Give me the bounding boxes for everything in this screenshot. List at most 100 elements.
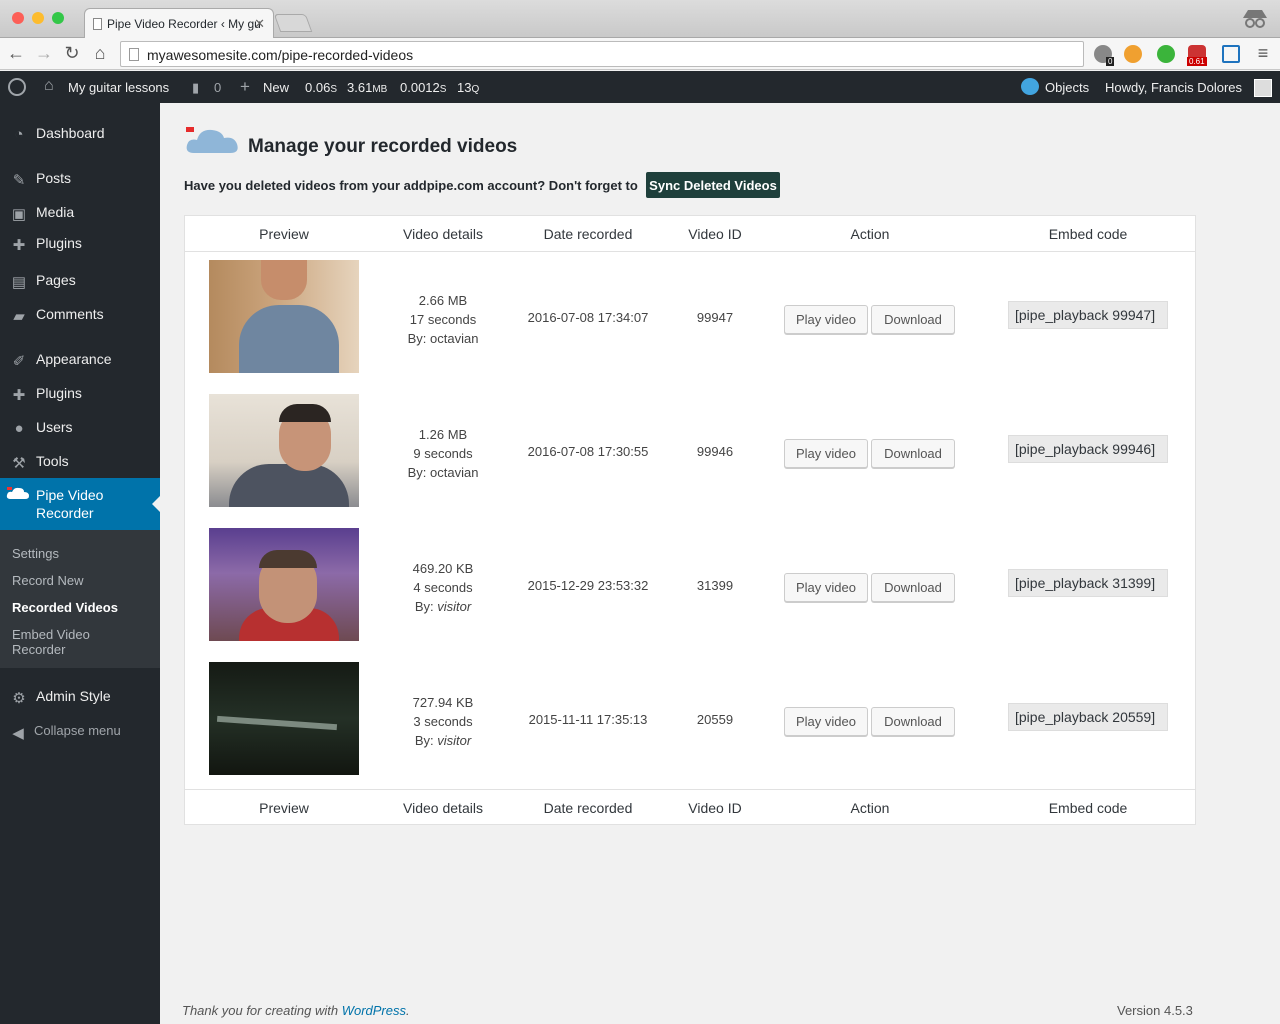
speed-badge: 0.61 (1187, 57, 1207, 66)
submenu-embed-video[interactable]: Embed Video (12, 627, 90, 642)
page-icon (129, 48, 139, 61)
embed-code[interactable]: [pipe_playback 99946] (1008, 435, 1168, 463)
col-preview: Preview (259, 226, 309, 242)
recorded-videos-table: Preview Video details Date recorded Vide… (184, 215, 1196, 825)
menu-label: Pages (36, 272, 76, 288)
avatar[interactable] (1254, 79, 1272, 97)
screen-extension-icon[interactable] (1222, 45, 1240, 63)
video-size: 2.66 MB (418, 293, 468, 308)
submenu-settings[interactable]: Settings (12, 546, 59, 561)
stat-memory[interactable]: 3.61MB (347, 80, 387, 95)
author-name: octavian (430, 331, 479, 346)
embed-code[interactable]: [pipe_playback 31399] (1008, 569, 1168, 597)
author-name: visitor (437, 599, 472, 614)
page-icon: ▤ (11, 274, 27, 291)
tab-active[interactable]: Pipe Video Recorder ‹ My gu ✕ (84, 8, 274, 38)
new-content-link[interactable]: New (263, 80, 289, 95)
tab-title: Pipe Video Recorder ‹ My gu (107, 17, 261, 31)
col-video-id: Video ID (688, 226, 742, 242)
by-label: By: (407, 465, 427, 480)
sync-deleted-videos-button[interactable]: Sync Deleted Videos (646, 172, 780, 198)
pipe-submenu: Settings Record New Recorded Videos Embe… (0, 530, 160, 668)
stat-qtime: 0.0012 (400, 80, 440, 95)
embed-code[interactable]: [pipe_playback 99947] (1008, 301, 1168, 329)
comment-icon: ▰ (13, 308, 25, 325)
col-action: Action (850, 800, 890, 816)
incognito-icon (1243, 10, 1267, 28)
video-id: 31399 (696, 578, 734, 593)
video-author: By: visitor (415, 731, 471, 750)
minimize-window-button[interactable] (32, 12, 44, 24)
main-content: Manage your recorded videos Have you del… (160, 103, 1280, 1024)
site-name-link[interactable]: My guitar lessons (68, 80, 169, 95)
stat-query-time[interactable]: 0.0012S (400, 80, 446, 95)
reload-icon[interactable]: ↻ (62, 43, 82, 64)
play-video-button[interactable]: Play video (784, 439, 868, 468)
new-tab-button[interactable] (273, 14, 313, 32)
footer-version: Version 4.5.3 (1117, 1003, 1193, 1018)
objects-icon (1021, 78, 1039, 95)
comments-count: 0 (214, 80, 222, 95)
menu-pipe-video-recorder[interactable]: Pipe Video Recorder (0, 478, 160, 530)
zoom-window-button[interactable] (52, 12, 64, 24)
embed-code[interactable]: [pipe_playback 20559] (1008, 703, 1168, 731)
download-button[interactable]: Download (871, 707, 955, 736)
stat-queries[interactable]: 13Q (457, 80, 479, 95)
video-id: 99946 (696, 444, 734, 459)
wordpress-logo-icon[interactable] (8, 78, 26, 96)
menu-label: Plugins (36, 235, 82, 251)
gear-icon: ⚙ (12, 690, 26, 707)
stat-time: 0.06 (305, 80, 331, 95)
forward-icon[interactable]: → (34, 43, 54, 64)
wordpress-link[interactable]: WordPress (342, 1003, 406, 1018)
video-author: By: octavian (408, 463, 479, 482)
pipe-cloud-logo-icon (186, 127, 238, 153)
download-button[interactable]: Download (871, 573, 955, 602)
video-size: 727.94 KB (412, 695, 474, 710)
col-video-details: Video details (403, 800, 483, 816)
lion-extension-icon[interactable] (1124, 45, 1142, 63)
stat-time-unit: S (330, 84, 337, 95)
close-window-button[interactable] (12, 12, 24, 24)
video-author: By: octavian (408, 329, 479, 348)
green-extension-icon[interactable] (1157, 45, 1175, 63)
objects-link[interactable]: Objects (1045, 80, 1089, 95)
submenu-record-new[interactable]: Record New (12, 573, 84, 588)
date-recorded: 2015-12-29 23:53:32 (527, 578, 649, 593)
back-icon[interactable]: ← (6, 43, 26, 64)
video-thumbnail[interactable] (209, 394, 359, 507)
menu-icon[interactable]: ≡ (1253, 43, 1273, 64)
query-stats[interactable]: 0.06S (305, 80, 337, 95)
video-thumbnail[interactable] (209, 662, 359, 775)
video-duration: 4 seconds (413, 580, 473, 595)
play-video-button[interactable]: Play video (784, 573, 868, 602)
video-thumbnail[interactable] (209, 528, 359, 641)
table-row: 469.20 KB 4 seconds By: visitor 2015-12-… (185, 520, 1195, 654)
howdy-user[interactable]: Howdy, Francis Dolores (1105, 80, 1242, 95)
video-thumbnail[interactable] (209, 260, 359, 373)
pin-icon: ✎ (12, 172, 26, 189)
comment-icon[interactable]: ▮ (192, 80, 199, 96)
date-recorded: 2015-11-11 17:35:13 (528, 712, 648, 727)
author-name: octavian (430, 465, 479, 480)
home-icon[interactable]: ⌂ (90, 43, 110, 64)
by-label: By: (414, 733, 434, 748)
col-embed-code: Embed code (1048, 800, 1128, 816)
by-label: By: (407, 331, 427, 346)
dashboard-icon: ◔ (14, 126, 24, 143)
address-bar[interactable]: myawesomesite.com/pipe-recorded-videos (120, 41, 1084, 67)
pipe-label-line2: Recorder (36, 505, 94, 521)
table-footer: Preview Video details Date recorded Vide… (185, 789, 1195, 825)
download-button[interactable]: Download (871, 439, 955, 468)
play-video-button[interactable]: Play video (784, 305, 868, 334)
submenu-embed-recorder[interactable]: Recorder (12, 642, 65, 657)
submenu-recorded-videos[interactable]: Recorded Videos (12, 600, 118, 615)
plugin-icon: ✚ (12, 387, 26, 404)
pipe-label-line1: Pipe Video (36, 487, 104, 503)
author-name: visitor (437, 733, 472, 748)
download-button[interactable]: Download (871, 305, 955, 334)
browser-toolbar: ← → ↻ ⌂ myawesomesite.com/pipe-recorded-… (0, 38, 1280, 70)
close-tab-icon[interactable]: ✕ (254, 16, 265, 32)
stat-queries-count: 13 (457, 80, 472, 95)
play-video-button[interactable]: Play video (784, 707, 868, 736)
